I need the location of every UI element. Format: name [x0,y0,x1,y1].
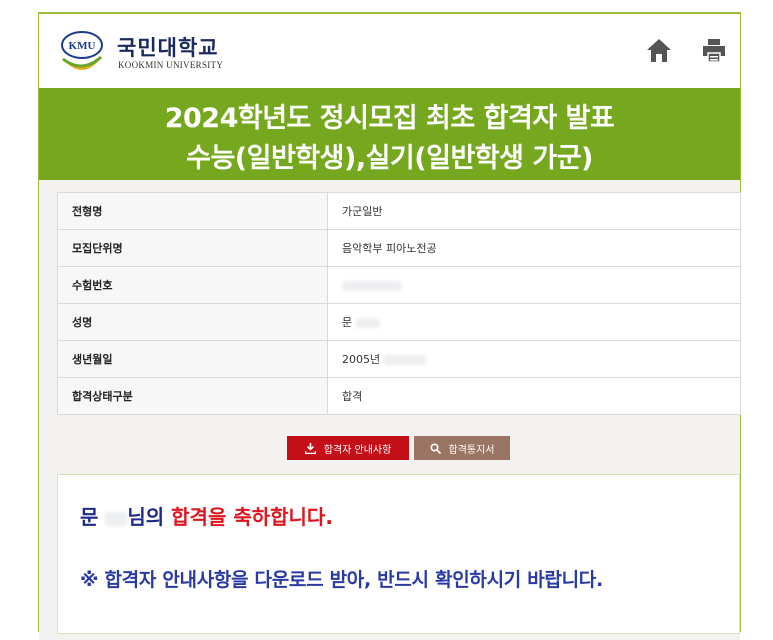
acceptance-letter-button[interactable]: 합격통지서 [414,436,510,460]
row-label: 생년월일 [57,340,328,378]
row-value-redacted [327,266,741,304]
row-value: 합격 [327,377,741,415]
table-row: 전형명 가군일반 [57,192,741,230]
congratulation-box: 문 님의 합격을 축하합니다. ※ 합격자 안내사항을 다운로드 받아, 반드시… [57,474,740,634]
row-label: 전형명 [57,192,328,230]
congratulation-message: 문 님의 합격을 축하합니다. [80,501,333,530]
site-header: KMU 국민대학교 KOOKMIN UNIVERSITY [39,14,740,88]
table-row: 모집단위명 음악학부 피아노전공 [57,229,741,267]
download-notice: ※ 합격자 안내사항을 다운로드 받아, 반드시 확인하시기 바랍니다. [80,569,603,591]
applicant-info-table: 전형명 가군일반 모집단위명 음악학부 피아노전공 수험번호 성명 문 생년월일… [57,192,741,415]
acceptance-letter-label: 합격통지서 [448,444,495,456]
svg-text:KMU: KMU [69,40,96,52]
home-icon[interactable] [645,36,673,64]
row-value: 문 [327,303,741,341]
banner-subtitle: 수능(일반학생),실기(일반학생 가군) [186,143,593,174]
banner-title: 2024학년도 정시모집 최초 합격자 발표 [164,103,615,134]
table-row: 성명 문 [57,303,741,341]
row-label: 수험번호 [57,266,328,304]
download-icon [304,442,316,454]
congrats-text: 합격을 축하합니다. [171,505,333,529]
row-value: 가군일반 [327,192,741,230]
university-emblem: KMU [61,31,103,70]
applicant-name: 문 [80,505,99,529]
table-row: 합격상태구분 합격 [57,377,741,415]
announcement-banner: 2024학년도 정시모집 최초 합격자 발표 수능(일반학생),실기(일반학생 … [39,88,740,180]
search-icon [429,442,441,454]
printer-icon[interactable] [700,36,728,64]
row-label: 성명 [57,303,328,341]
row-label: 합격상태구분 [57,377,328,415]
download-guide-button[interactable]: 합격자 안내사항 [287,436,409,460]
table-row: 생년월일 2005년 [57,340,741,378]
row-value: 음악학부 피아노전공 [327,229,741,267]
birth-value: 2005년 [342,353,381,366]
university-name: 국민대학교 [117,36,219,60]
row-label: 모집단위명 [57,229,328,267]
download-guide-label: 합격자 안내사항 [323,444,392,456]
table-row: 수험번호 [57,266,741,304]
name-suffix: 님의 [127,505,165,529]
row-value: 2005년 [327,340,741,378]
university-name-en: KOOKMIN UNIVERSITY [118,60,224,70]
name-value: 문 [342,316,353,329]
